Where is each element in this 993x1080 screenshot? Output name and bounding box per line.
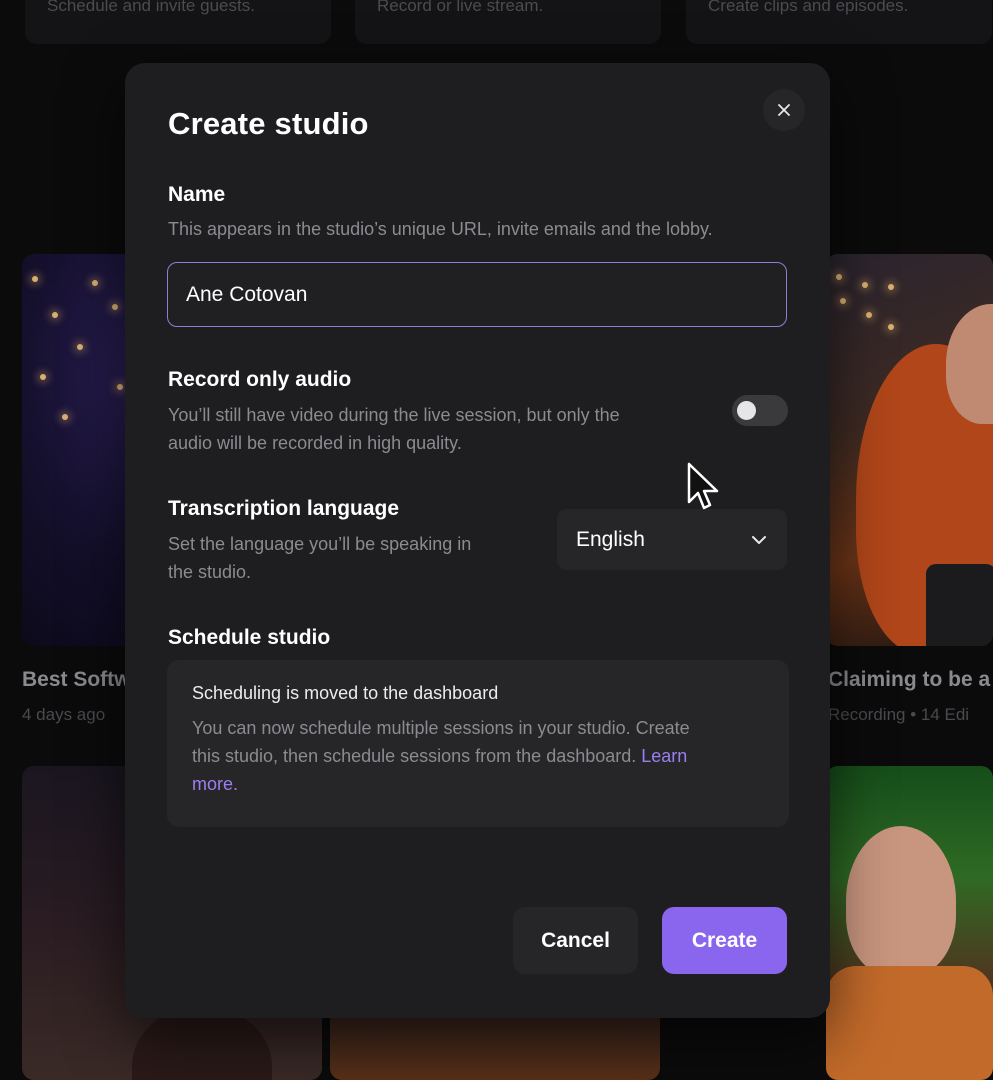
- feature-card-text: Create clips and episodes.: [708, 0, 909, 15]
- notice-text: this studio, then schedule sessions from…: [192, 746, 642, 766]
- notice-title: Scheduling is moved to the dashboard: [192, 683, 499, 703]
- transcription-language-select[interactable]: English: [557, 509, 787, 570]
- recording-thumbnail[interactable]: [826, 254, 993, 646]
- transcription-help-line: Set the language you’ll be speaking in: [168, 534, 472, 554]
- record-audio-label: Record only audio: [168, 368, 352, 391]
- notice-text: You can now schedule multiple sessions i…: [192, 718, 690, 738]
- recording-meta: 4 days ago: [22, 705, 106, 724]
- scheduling-notice: Scheduling is moved to the dashboard You…: [167, 660, 789, 827]
- chevron-down-icon: [752, 535, 766, 544]
- schedule-label: Schedule studio: [168, 626, 331, 649]
- studio-name-input[interactable]: [167, 262, 787, 327]
- record-audio-help-line: audio will be recorded in high quality.: [168, 433, 462, 453]
- mouse-cursor-icon: [687, 462, 719, 510]
- close-icon: [778, 104, 790, 116]
- feature-card-clips[interactable]: Create clips and episodes.: [686, 0, 992, 44]
- record-audio-toggle[interactable]: [732, 395, 788, 426]
- feature-card-text: Record or live stream.: [377, 0, 544, 15]
- name-help-text: This appears in the studio’s unique URL,…: [168, 219, 713, 239]
- learn-more-link-text: Learn: [641, 746, 688, 766]
- feature-card-record[interactable]: Record or live stream.: [355, 0, 661, 44]
- feature-card-text: Schedule and invite guests.: [47, 0, 255, 15]
- recording-title[interactable]: Best Softw: [22, 668, 131, 692]
- recording-thumbnail[interactable]: [826, 766, 993, 1080]
- feature-card-schedule[interactable]: Schedule and invite guests.: [25, 0, 331, 44]
- name-label: Name: [168, 183, 226, 206]
- recording-title[interactable]: Claiming to be a: [828, 668, 990, 692]
- dialog-title: Create studio: [168, 106, 369, 141]
- toggle-knob: [737, 401, 756, 420]
- selected-language: English: [576, 527, 645, 551]
- notice-body: You can now schedule multiple sessions i…: [192, 714, 764, 798]
- cancel-button[interactable]: Cancel: [513, 907, 638, 974]
- learn-more-link-text: more.: [192, 774, 239, 794]
- recording-meta: Recording • 14 Edi: [828, 705, 970, 724]
- transcription-label: Transcription language: [168, 497, 400, 520]
- record-audio-help-line: You’ll still have video during the live …: [168, 405, 620, 425]
- close-button[interactable]: [763, 89, 805, 131]
- create-studio-dialog: Create studio Name This appears in the s…: [125, 63, 830, 1018]
- create-button[interactable]: Create: [662, 907, 787, 974]
- transcription-help-line: the studio.: [168, 562, 252, 582]
